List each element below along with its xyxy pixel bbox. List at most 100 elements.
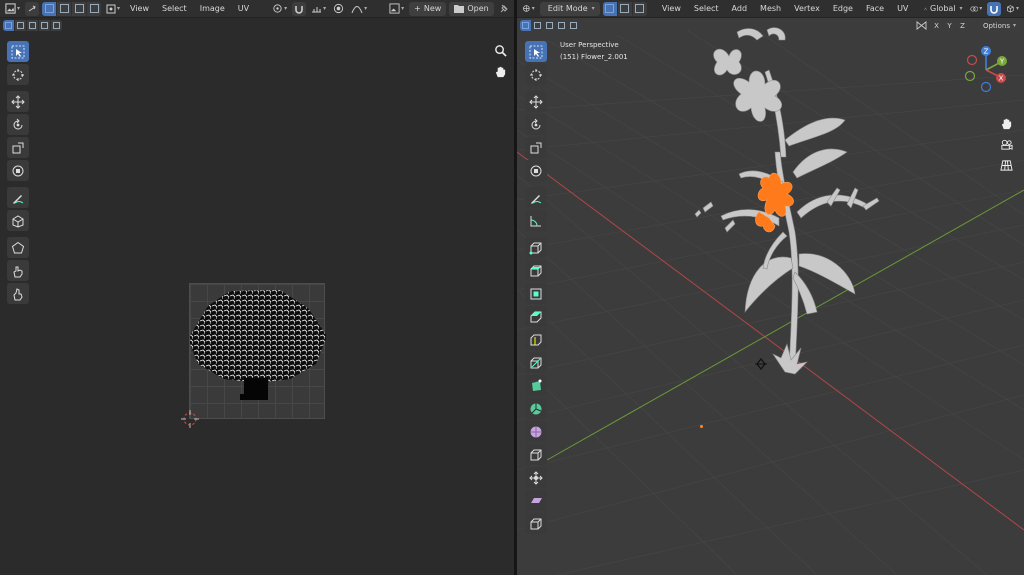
edge-select-button[interactable] <box>57 1 72 16</box>
tool-rotate[interactable] <box>6 114 29 135</box>
tool-transform[interactable] <box>6 160 29 181</box>
menu-uv[interactable]: UV <box>233 2 254 16</box>
menu-image[interactable]: Image <box>195 2 230 16</box>
interaction-mode-dropdown[interactable]: Edit Mode ▾ <box>539 1 600 16</box>
island-select-button[interactable] <box>87 1 102 16</box>
vp-tool-smooth[interactable] <box>524 421 547 442</box>
gizmo-neg-y-axis[interactable] <box>964 70 976 82</box>
tool-scale[interactable] <box>6 137 29 158</box>
pan-button[interactable] <box>491 62 509 80</box>
menu-view[interactable]: View <box>125 2 154 16</box>
options-dropdown[interactable]: Options ▾ <box>977 19 1021 32</box>
select-subtract-button[interactable] <box>27 20 38 31</box>
snapping-toggle[interactable] <box>987 1 1002 16</box>
select-intersect-button[interactable] <box>51 20 62 31</box>
uv-image-canvas[interactable] <box>189 283 326 419</box>
editor-type-button[interactable]: ▾ <box>3 2 22 16</box>
mirror-z-toggle[interactable]: Z <box>956 20 968 31</box>
viewport-menu-uv[interactable]: UV <box>892 2 913 16</box>
vp-tool-shear[interactable] <box>524 490 547 511</box>
face-select-mode-button[interactable] <box>632 1 647 16</box>
viewport-menu-edge[interactable]: Edge <box>828 2 858 16</box>
falloff-dropdown[interactable]: ▾ <box>349 2 369 16</box>
viewport-select-intersect-button[interactable] <box>568 20 579 31</box>
zoom-button[interactable] <box>491 41 509 59</box>
vertex-select-button[interactable] <box>42 1 57 16</box>
vp-tool-loop-cut[interactable] <box>524 329 547 350</box>
2d-cursor-icon[interactable] <box>180 409 200 429</box>
mirror-x-toggle[interactable]: X <box>930 20 942 31</box>
select-invert-button[interactable] <box>39 20 50 31</box>
flower-mesh[interactable] <box>677 22 917 382</box>
transform-orientation-dropdown[interactable]: Global ▾ <box>922 2 965 16</box>
viewport-tool-mode-group <box>520 20 579 31</box>
sticky-selection-dropdown[interactable]: ▾ <box>104 2 122 16</box>
vp-tool-extrude[interactable] <box>524 260 547 281</box>
vp-tool-cursor[interactable] <box>524 64 547 85</box>
viewport-menu-view[interactable]: View <box>657 2 686 16</box>
interaction-mode-label: Edit Mode <box>547 4 588 13</box>
tool-move[interactable] <box>6 91 29 112</box>
vertex-select-mode-button[interactable] <box>602 1 617 16</box>
pin-button[interactable] <box>497 2 511 16</box>
gizmo-neg-x-axis[interactable] <box>966 54 978 66</box>
vp-tool-knife[interactable] <box>524 352 547 373</box>
open-image-button[interactable]: Open <box>449 1 494 16</box>
pivot-point-dropdown[interactable]: ▾ <box>270 2 289 16</box>
camera-view-button[interactable] <box>997 135 1015 153</box>
viewport-menu-select[interactable]: Select <box>689 2 724 16</box>
vp-tool-poly-build[interactable] <box>524 375 547 396</box>
vp-tool-inset[interactable] <box>524 283 547 304</box>
tool-pinch[interactable] <box>6 283 29 304</box>
vp-tool-select-box[interactable] <box>524 41 547 62</box>
vp-tool-shrink-fatten[interactable] <box>524 467 547 488</box>
select-extend-button[interactable] <box>15 20 26 31</box>
proportional-edit-toggle[interactable] <box>331 2 346 16</box>
vp-tool-edge-slide[interactable] <box>524 444 547 465</box>
tool-rip-region[interactable] <box>6 210 29 231</box>
viewport-select-subtract-button[interactable] <box>544 20 555 31</box>
tool-select-box[interactable] <box>6 41 29 62</box>
vp-tool-move[interactable] <box>524 91 547 112</box>
snap-toggle[interactable] <box>292 1 307 16</box>
viewport-pan-button[interactable] <box>997 114 1015 132</box>
vp-tool-add-cube[interactable] <box>524 237 547 258</box>
vp-tool-rip[interactable] <box>524 513 547 534</box>
vp-tool-bevel[interactable] <box>524 306 547 327</box>
face-select-button[interactable] <box>72 1 87 16</box>
viewport-select-new-button[interactable] <box>520 20 531 31</box>
vp-tool-annotate[interactable] <box>524 187 547 208</box>
edge-select-mode-button[interactable] <box>617 1 632 16</box>
pivot-point-3d-dropdown[interactable]: ▾ <box>968 2 985 16</box>
viewport-select-extend-button[interactable] <box>532 20 543 31</box>
mirror-y-toggle[interactable]: Y <box>943 20 955 31</box>
light-object-icon[interactable] <box>753 356 769 372</box>
viewport-shading-dropdown[interactable]: ▾ <box>1004 2 1021 16</box>
viewport-menu-add[interactable]: Add <box>727 2 753 16</box>
viewport-menu-face[interactable]: Face <box>861 2 889 16</box>
tool-cursor[interactable] <box>6 64 29 85</box>
image-browse-dropdown[interactable]: ▾ <box>387 2 406 16</box>
uv-sync-selection-button[interactable] <box>25 1 40 16</box>
viewport-menu-mesh[interactable]: Mesh <box>755 2 786 16</box>
object-origin-point[interactable] <box>700 425 703 428</box>
viewport-editor-type-button[interactable]: ▾ <box>520 2 537 16</box>
menu-select[interactable]: Select <box>157 2 192 16</box>
gizmo-neg-z-axis[interactable] <box>980 81 992 93</box>
vp-tool-spin[interactable] <box>524 398 547 419</box>
navigation-gizmo[interactable]: Z Y X <box>960 44 1012 96</box>
snap-target-dropdown[interactable]: ▾ <box>309 2 328 16</box>
select-box-mode-button[interactable] <box>3 20 14 31</box>
orthographic-toggle-button[interactable] <box>997 156 1015 174</box>
viewport-select-invert-button[interactable] <box>556 20 567 31</box>
vp-tool-transform[interactable] <box>524 160 547 181</box>
tool-relax[interactable] <box>6 260 29 281</box>
new-image-button[interactable]: + New <box>409 1 447 16</box>
tool-grab[interactable] <box>6 237 29 258</box>
vp-tool-measure[interactable] <box>524 210 547 231</box>
3d-viewport[interactable]: ▾ Edit Mode ▾ View Select Add Mesh Vertex… <box>517 0 1024 575</box>
vp-tool-rotate[interactable] <box>524 114 547 135</box>
viewport-menu-vertex[interactable]: Vertex <box>789 2 825 16</box>
tool-annotate[interactable] <box>6 187 29 208</box>
vp-tool-scale[interactable] <box>524 137 547 158</box>
